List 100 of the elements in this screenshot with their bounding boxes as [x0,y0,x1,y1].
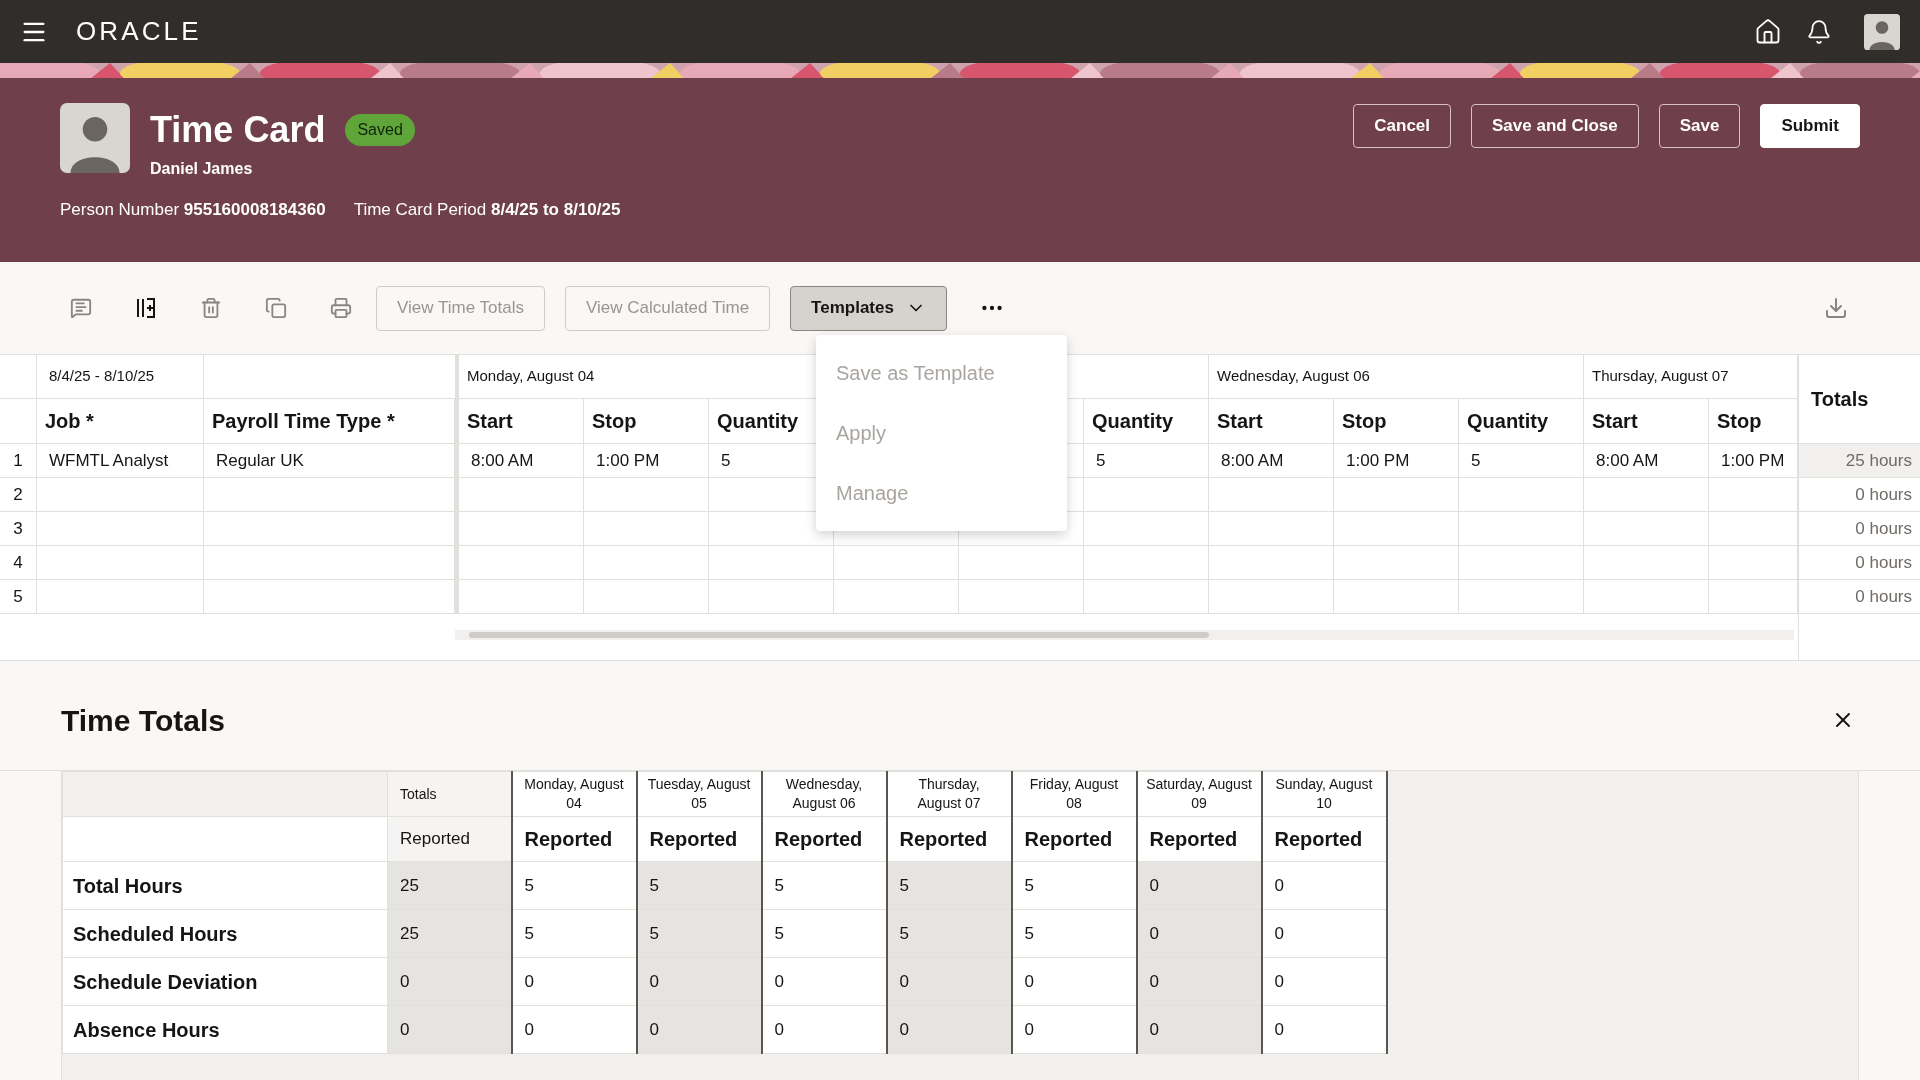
table-cell: 25 [400,923,419,943]
row-number: 2 [13,483,23,506]
column-header: Stop [1342,409,1387,434]
print-icon[interactable] [330,297,352,319]
person-name: Daniel James [150,159,254,179]
column-header: Stop [1717,409,1762,434]
row-label: Total Hours [73,874,183,897]
table-cell: 0 [1024,971,1034,991]
table-cell: 5 [524,875,534,895]
column-header: Quantity [1467,409,1549,434]
table-cell: 5 [774,923,784,943]
section-title: Time Totals [61,702,225,739]
brand-logo: ORACLE [76,15,202,48]
column-header: Start [1217,409,1263,434]
table-cell-text: 8:00 AM [1596,449,1659,472]
table-cell-text: 1:00 PM [596,449,660,472]
download-icon[interactable] [1824,296,1848,320]
totals-header: Totals [1811,387,1869,412]
table-cell: 0 [1024,1019,1034,1039]
column-subheader: Reported [774,828,863,850]
table-cell: 5 [899,923,909,943]
header-button[interactable]: Save [1658,104,1741,148]
column-header: Friday, August 08 [1029,776,1119,811]
row-number: 5 [13,585,23,608]
table-cell: 5 [1024,923,1034,943]
notifications-button[interactable] [1806,18,1832,45]
table-cell: 0 [1274,1019,1284,1039]
home-button[interactable] [1754,17,1782,46]
period-header: 8/4/25 - 8/10/25 [37,355,204,398]
table-cell: 0 [400,1019,410,1039]
table-cell-text: Regular UK [216,449,304,472]
column-header: Quantity [717,409,799,434]
templates-button[interactable]: Templates [790,285,947,331]
table-cell: 0 [649,1019,659,1039]
header-button[interactable]: Cancel [1353,104,1451,148]
table-cell-text: 5 [721,449,731,472]
row-total: 0 hours [1855,585,1912,608]
table-cell: 0 [649,971,659,991]
column-header: Quantity [1092,409,1174,434]
column-header: Tuesday, August 05 [647,776,751,811]
table-cell: 0 [1274,875,1284,895]
column-header: Sunday, August 10 [1275,776,1373,811]
table-cell: 0 [1274,923,1284,943]
column-header: Payroll Time Type * [212,409,395,434]
copy-icon[interactable] [265,297,287,319]
table-cell: 5 [1024,875,1034,895]
column-header: Monday, August 04 [524,776,624,811]
column-subheader: Reported [400,829,470,849]
submit-button[interactable]: Submit [1760,104,1860,148]
column-header: Start [467,409,513,434]
row-label: Scheduled Hours [73,922,238,945]
column-header: Start [1592,409,1638,434]
column-subheader: Reported [899,828,988,850]
table-cell: 0 [1274,971,1284,991]
status-badge: Saved [345,114,415,146]
table-cell-text: 1:00 PM [1346,449,1410,472]
table-cell: 0 [1149,923,1159,943]
time-card-period: Time Card Period 8/4/25 to 8/10/25 [353,199,621,221]
day-header: Monday, August 04 [467,366,595,387]
table-cell-text: 1:00 PM [1721,449,1785,472]
row-total: 0 hours [1855,551,1912,574]
avatar-icon[interactable] [1864,13,1900,50]
column-subheader: Reported [524,828,613,850]
header-button[interactable]: Save and Close [1471,104,1639,148]
table-cell-text: WFMTL Analyst [49,449,169,472]
person-number: Person Number 955160008184360 [60,199,326,221]
table-cell: 0 [1149,1019,1159,1039]
row-label: Absence Hours [73,1018,220,1041]
comment-icon[interactable] [70,297,92,319]
row-total: 25 hours [1845,449,1912,472]
table-cell: 0 [774,1019,784,1039]
table-cell-text: 5 [1096,449,1106,472]
scrollbar-thumb[interactable] [469,632,1209,638]
column-header: Saturday, August 09 [1146,776,1252,811]
table-cell: 25 [400,875,419,895]
column-header: Thursday, August 07 [917,776,981,811]
column-subheader: Reported [649,828,738,850]
table-cell: 5 [524,923,534,943]
delete-icon[interactable] [200,297,222,319]
column-add-icon[interactable] [135,297,157,319]
table-cell: 0 [400,971,410,991]
table-cell: 5 [649,875,659,895]
table-cell: 0 [524,1019,534,1039]
row-number: 3 [13,517,23,540]
table-cell-text: 5 [1471,449,1481,472]
column-subheader: Reported [1024,828,1113,850]
row-total: 0 hours [1855,517,1912,540]
row-number: 1 [13,449,23,472]
table-cell: 0 [774,971,784,991]
row-total: 0 hours [1855,483,1912,506]
column-header: Job * [45,409,94,434]
column-subheader: Reported [1274,828,1363,850]
row-number: 4 [13,551,23,574]
column-header: Totals [400,785,437,802]
day-header: Wednesday, August 06 [1217,366,1370,387]
table-cell: 0 [1149,971,1159,991]
table-cell: 0 [1149,875,1159,895]
column-header: Wednesday, August 06 [785,776,863,811]
page-title: Time Card [150,108,326,152]
table-cell: 5 [774,875,784,895]
